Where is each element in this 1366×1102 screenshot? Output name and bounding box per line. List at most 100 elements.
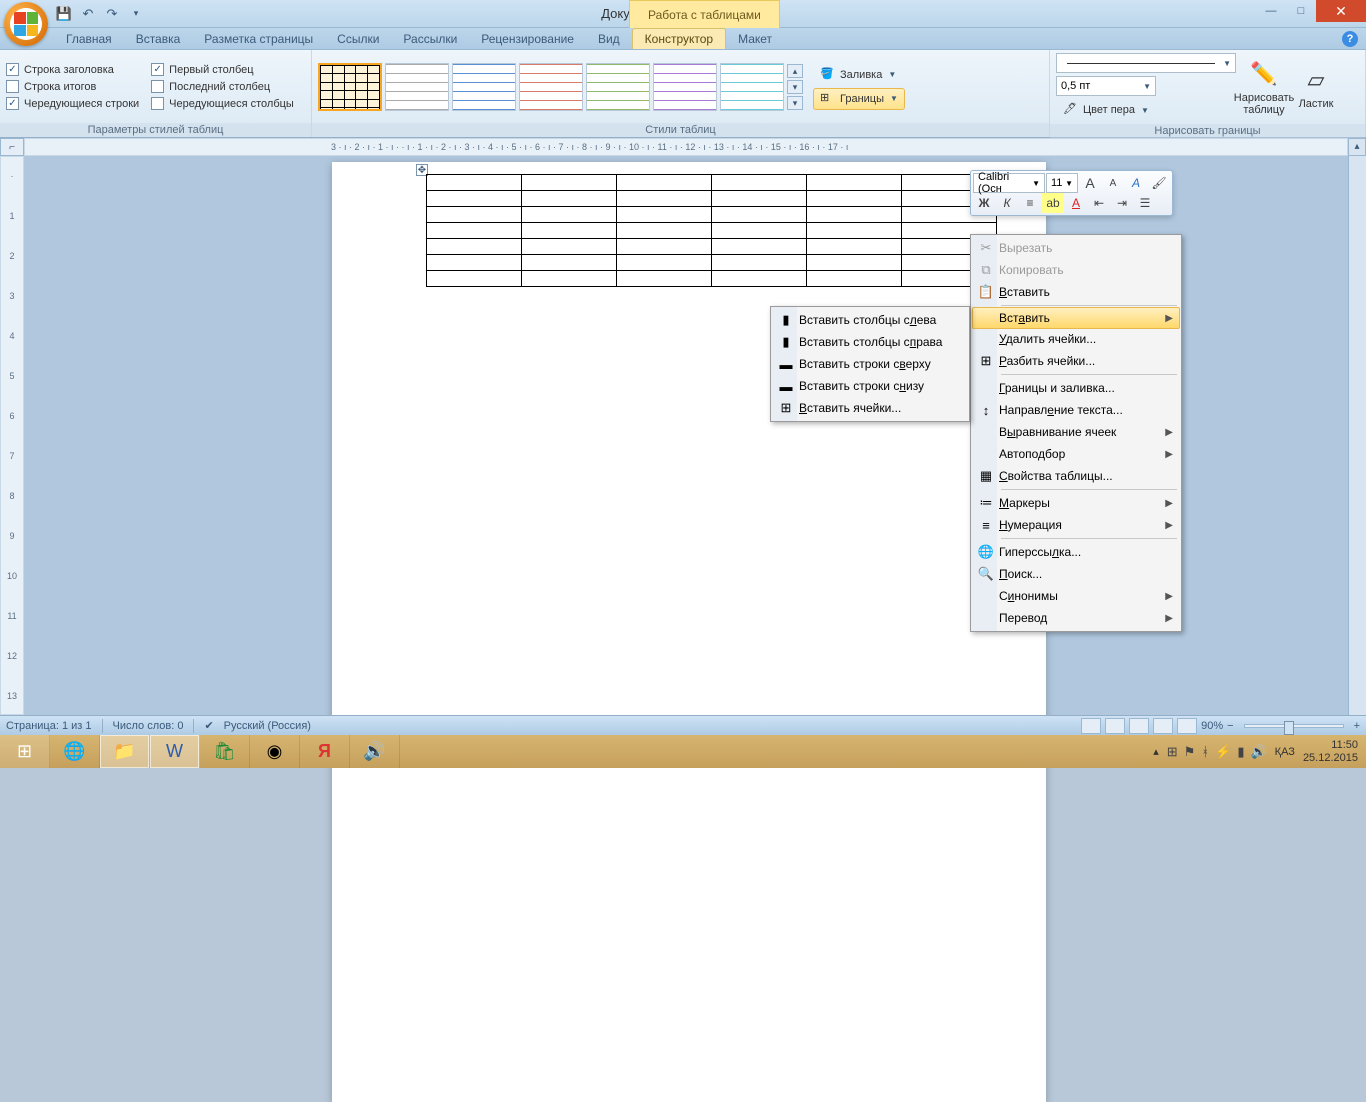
start-button[interactable]: ⊞ [0, 735, 50, 768]
tray-icon[interactable]: ⊞ [1167, 744, 1178, 760]
borders-button[interactable]: ⊞Границы▼ [813, 88, 905, 110]
draw-table-button[interactable]: ✏️Нарисовать таблицу [1240, 58, 1288, 116]
check-first-column[interactable]: ✓Первый столбец [151, 63, 294, 76]
cm-hyperlink[interactable]: 🌐Гиперссылка... [973, 541, 1179, 563]
tab-insert[interactable]: Вставка [124, 29, 193, 49]
grow-font-icon[interactable]: A [1079, 173, 1101, 193]
zoom-slider[interactable] [1244, 724, 1344, 728]
cm-split-cells[interactable]: ⊞Разбить ячейки... [973, 350, 1179, 372]
eraser-button[interactable]: ▱Ластик [1292, 64, 1340, 110]
cm-borders-shading[interactable]: Границы и заливка... [973, 377, 1179, 399]
taskbar-sound[interactable]: 🔊 [350, 735, 400, 768]
taskbar-ie[interactable]: 🌐 [50, 735, 100, 768]
office-button[interactable] [4, 2, 48, 46]
gallery-scroll-up[interactable]: ▴ [787, 64, 803, 78]
tray-show-hidden[interactable]: ▴ [1153, 745, 1159, 758]
minimize-button[interactable]: — [1256, 0, 1286, 22]
check-banded-columns[interactable]: Чередующиеся столбцы [151, 97, 294, 110]
zoom-in-button[interactable]: + [1354, 720, 1360, 732]
web-layout-view[interactable] [1129, 718, 1149, 734]
sm-insert-cols-left[interactable]: ▮Вставить столбцы слева [773, 309, 967, 331]
zoom-level[interactable]: 90% [1201, 720, 1223, 732]
table-style-thumb[interactable] [720, 63, 784, 111]
decrease-indent-icon[interactable]: ⇤ [1088, 193, 1110, 213]
tray-volume-icon[interactable]: 🔊 [1250, 744, 1266, 760]
gallery-scroll-down[interactable]: ▾ [787, 80, 803, 94]
save-icon[interactable]: 💾 [54, 4, 74, 24]
tray-network-icon[interactable]: ▮ [1237, 744, 1244, 760]
check-total-row[interactable]: Строка итогов [6, 80, 139, 93]
tab-layout[interactable]: Макет [726, 29, 784, 49]
sm-insert-rows-above[interactable]: ▬Вставить строки сверху [773, 353, 967, 375]
line-weight-dropdown[interactable]: 0,5 пт▼ [1056, 76, 1156, 96]
bold-icon[interactable]: Ж [973, 193, 995, 213]
sm-insert-rows-below[interactable]: ▬Вставить строки снизу [773, 375, 967, 397]
tab-view[interactable]: Вид [586, 29, 632, 49]
cm-cell-alignment[interactable]: Выравнивание ячеек▶ [973, 421, 1179, 443]
styles-icon[interactable]: A [1125, 173, 1147, 193]
zoom-out-button[interactable]: − [1227, 720, 1233, 732]
taskbar-explorer[interactable]: 📁 [100, 735, 150, 768]
mini-size-dropdown[interactable]: 11▼ [1046, 173, 1078, 193]
check-last-column[interactable]: Последний столбец [151, 80, 294, 93]
taskbar-word[interactable]: W [150, 735, 200, 768]
document-page[interactable]: ✥ [332, 162, 1046, 1102]
spellcheck-icon[interactable]: ✔ [204, 719, 213, 732]
italic-icon[interactable]: К [996, 193, 1018, 213]
table-style-thumb[interactable] [586, 63, 650, 111]
cm-delete-cells[interactable]: Удалить ячейки... [973, 328, 1179, 350]
table-style-thumb[interactable] [318, 63, 382, 111]
tab-references[interactable]: Ссылки [325, 29, 391, 49]
tab-page-layout[interactable]: Разметка страницы [192, 29, 325, 49]
taskbar-store[interactable]: 🛍 [200, 735, 250, 768]
cm-text-direction[interactable]: ↕Направление текста... [973, 399, 1179, 421]
align-center-icon[interactable]: ≡ [1019, 193, 1041, 213]
line-style-dropdown[interactable]: ▼ [1056, 53, 1236, 73]
highlight-icon[interactable]: ab [1042, 193, 1064, 213]
tray-clock[interactable]: 11:50 25.12.2015 [1303, 739, 1358, 763]
taskbar-chrome[interactable]: ◉ [250, 735, 300, 768]
status-words[interactable]: Число слов: 0 [113, 720, 184, 732]
cm-bullets[interactable]: ≔Маркеры▶ [973, 492, 1179, 514]
tray-flag-icon[interactable]: ⚑ [1184, 744, 1196, 760]
help-icon[interactable]: ? [1342, 31, 1358, 47]
format-painter-icon[interactable]: 🖌 [1148, 173, 1170, 193]
tab-design[interactable]: Конструктор [632, 28, 726, 49]
qat-more-icon[interactable]: ▾ [126, 4, 146, 24]
draft-view[interactable] [1177, 718, 1197, 734]
increase-indent-icon[interactable]: ⇥ [1111, 193, 1133, 213]
taskbar-yandex[interactable]: Я [300, 735, 350, 768]
tray-power-icon[interactable]: ⚡ [1215, 744, 1231, 760]
gallery-more-button[interactable]: ▾ [787, 96, 803, 110]
pen-color-button[interactable]: 🖊Цвет пера▼ [1056, 99, 1236, 121]
table-style-thumb[interactable] [452, 63, 516, 111]
ruler-corner[interactable]: ⌐ [0, 138, 24, 156]
cm-insert[interactable]: Вставить▶ [972, 307, 1180, 329]
mini-font-dropdown[interactable]: Calibri (Осн▼ [973, 173, 1045, 193]
undo-icon[interactable]: ↶ [78, 4, 98, 24]
shading-button[interactable]: 🪣Заливка▼ [813, 64, 905, 86]
sm-insert-cells[interactable]: ⊞Вставить ячейки... [773, 397, 967, 419]
check-header-row[interactable]: ✓Строка заголовка [6, 63, 139, 76]
cm-numbering[interactable]: ≡Нумерация▶ [973, 514, 1179, 536]
document-table[interactable] [426, 174, 997, 287]
cm-translate[interactable]: Перевод▶ [973, 607, 1179, 629]
cm-autofit[interactable]: Автоподбор▶ [973, 443, 1179, 465]
cm-paste[interactable]: 📋Вставить [973, 281, 1179, 303]
table-style-thumb[interactable] [385, 63, 449, 111]
table-style-thumb[interactable] [519, 63, 583, 111]
table-style-thumb[interactable] [653, 63, 717, 111]
tab-review[interactable]: Рецензирование [469, 29, 586, 49]
check-banded-rows[interactable]: ✓Чередующиеся строки [6, 97, 139, 110]
vertical-ruler[interactable]: ·12345678910111213 [0, 156, 24, 715]
tray-language[interactable]: ҚАЗ [1275, 746, 1295, 758]
status-page[interactable]: Страница: 1 из 1 [6, 720, 92, 732]
vertical-scrollbar[interactable] [1348, 156, 1366, 715]
bullets-icon[interactable]: ☰ [1134, 193, 1156, 213]
sm-insert-cols-right[interactable]: ▮Вставить столбцы справа [773, 331, 967, 353]
cm-synonyms[interactable]: Синонимы▶ [973, 585, 1179, 607]
tab-mailings[interactable]: Рассылки [391, 29, 469, 49]
horizontal-ruler[interactable]: 3 · ı · 2 · ı · 1 · ı · · ı · 1 · ı · 2 … [24, 138, 1348, 156]
status-language[interactable]: Русский (Россия) [224, 720, 311, 732]
cm-lookup[interactable]: 🔍Поиск... [973, 563, 1179, 585]
